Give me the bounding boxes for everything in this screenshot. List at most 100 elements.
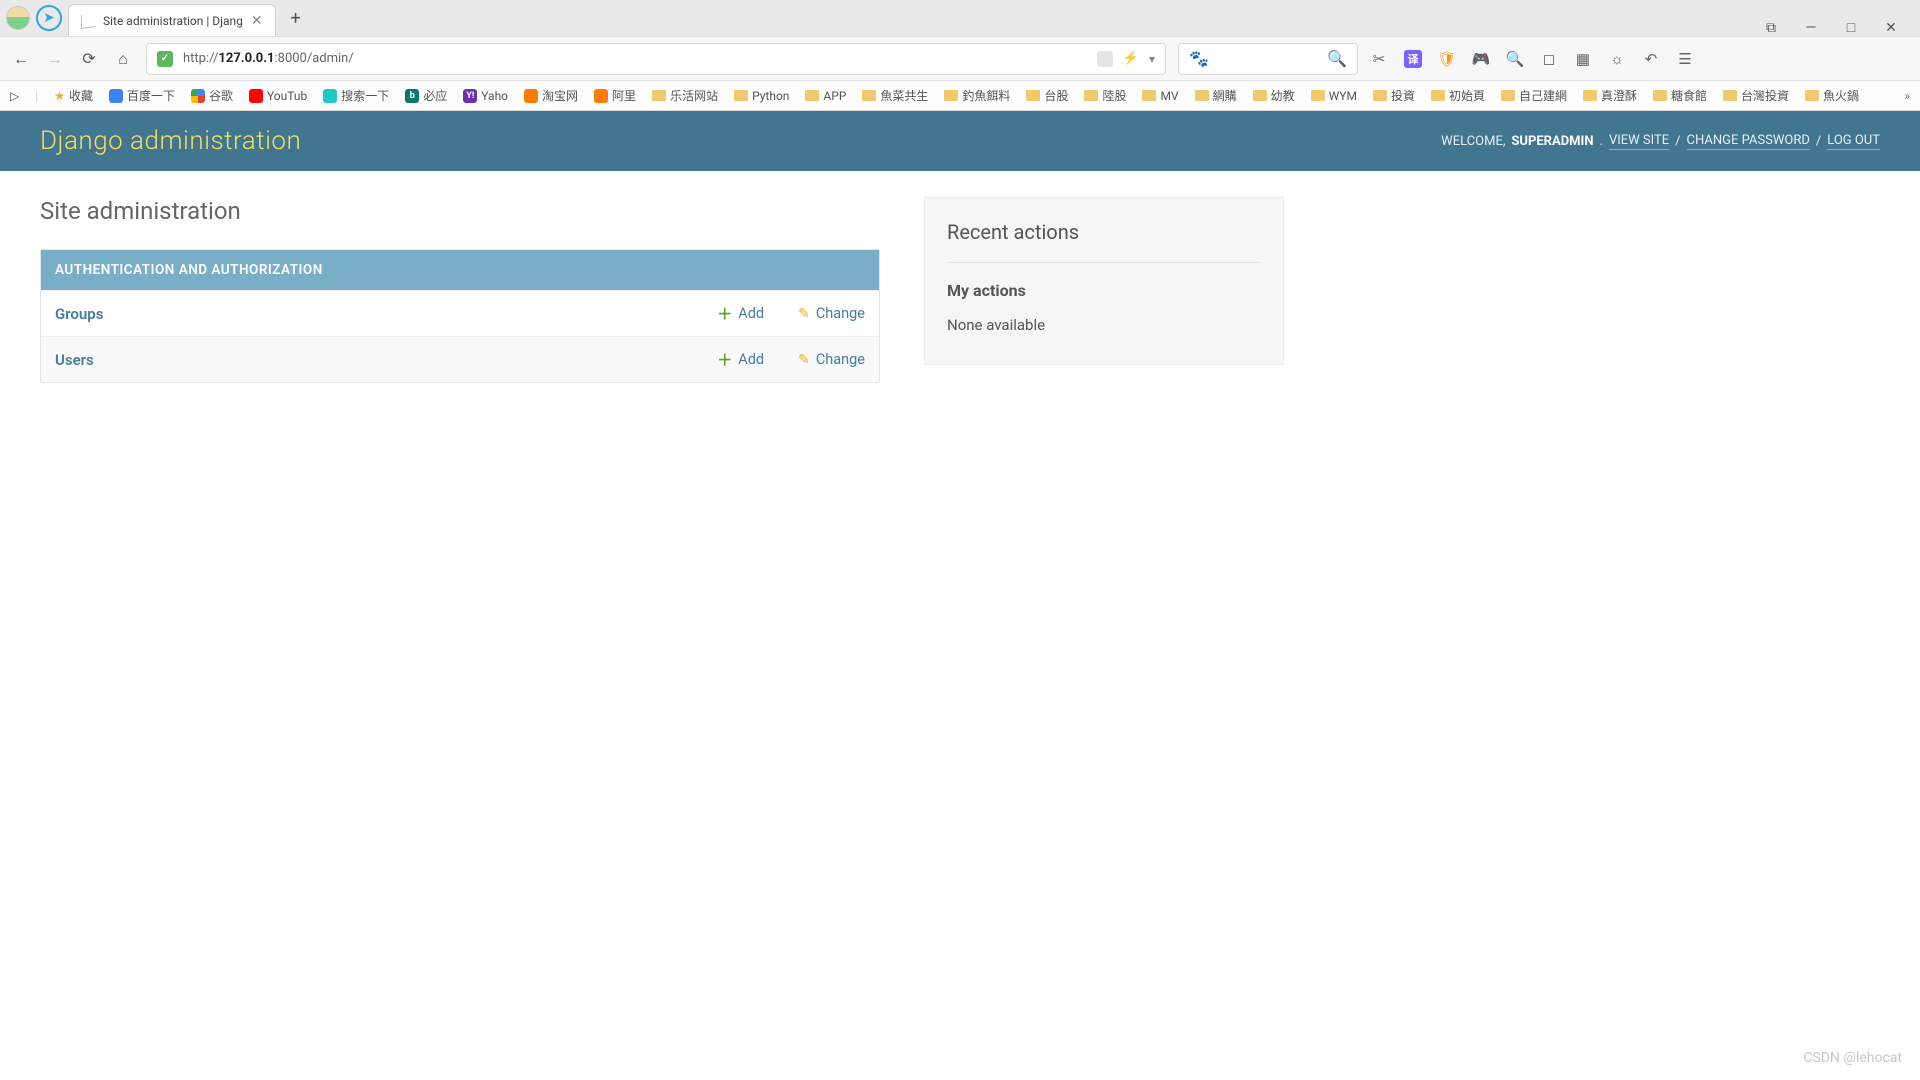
- bookmark-item[interactable]: 網購: [1195, 87, 1237, 104]
- username: SUPERADMIN: [1511, 134, 1593, 149]
- url-text: http://127.0.0.1:8000/admin/: [183, 51, 354, 66]
- bookmark-label: 魚菜共生: [880, 87, 928, 104]
- browser-tab-active[interactable]: Site administration | Djang ✕: [68, 4, 276, 36]
- scissors-icon[interactable]: ✂: [1370, 50, 1388, 68]
- gamepad-icon[interactable]: 🎮: [1472, 50, 1490, 68]
- lightning-icon[interactable]: ⚡: [1123, 51, 1139, 66]
- bookmark-label: 百度一下: [127, 87, 175, 104]
- bookmark-icon: [1583, 90, 1597, 101]
- qr-icon[interactable]: [1097, 51, 1113, 67]
- divider: [947, 262, 1261, 263]
- square-icon[interactable]: ◻: [1540, 50, 1558, 68]
- bookmark-label: 自己建網: [1519, 87, 1567, 104]
- bookmarks-bar: ▷ | ★收藏百度一下谷歌YouTub搜索一下b必应Y!Yaho淘宝网阿里乐活网…: [0, 80, 1920, 110]
- tab-close-icon[interactable]: ✕: [251, 13, 263, 29]
- bookmark-item[interactable]: 魚菜共生: [862, 87, 928, 104]
- bookmark-label: 收藏: [69, 87, 93, 104]
- sep: /: [1675, 134, 1680, 149]
- bookmark-icon: [1142, 90, 1156, 101]
- bookmark-item[interactable]: 自己建網: [1501, 87, 1567, 104]
- change-users-link[interactable]: ✎Change: [798, 349, 865, 370]
- bookmark-icon: [944, 90, 958, 101]
- home-button[interactable]: ⌂: [112, 48, 134, 70]
- address-bar[interactable]: http://127.0.0.1:8000/admin/ ⚡ ▾: [146, 43, 1166, 75]
- bookmarks-play-icon[interactable]: ▷: [10, 89, 19, 103]
- bookmark-icon: [1723, 90, 1737, 101]
- grid-icon[interactable]: ▦: [1574, 50, 1592, 68]
- paw-icon: 🐾: [1189, 49, 1209, 68]
- bookmark-icon: [1195, 90, 1209, 101]
- bookmark-icon: [1501, 90, 1515, 101]
- bookmark-label: 谷歌: [209, 87, 233, 104]
- bookmark-item[interactable]: MV: [1142, 89, 1178, 103]
- forward-button[interactable]: →: [44, 48, 66, 70]
- undo-icon[interactable]: ↶: [1642, 50, 1660, 68]
- add-label: Add: [738, 305, 764, 322]
- bookmark-item[interactable]: 投資: [1373, 87, 1415, 104]
- maximize-icon[interactable]: □: [1842, 19, 1860, 36]
- pip-icon[interactable]: ⧉: [1762, 20, 1780, 36]
- bookmark-item[interactable]: 真澄酥: [1583, 87, 1637, 104]
- bookmark-item[interactable]: 糖食館: [1653, 87, 1707, 104]
- bookmark-item[interactable]: 陸股: [1084, 87, 1126, 104]
- bookmark-item[interactable]: 搜索一下: [323, 87, 389, 104]
- bookmark-icon: [594, 89, 608, 103]
- reload-button[interactable]: ⟳: [78, 48, 100, 70]
- brand-title: Django administration: [40, 126, 301, 156]
- model-link-groups[interactable]: Groups: [55, 305, 103, 323]
- bookmark-label: 淘宝网: [542, 87, 578, 104]
- bookmark-item[interactable]: 台灣投資: [1723, 87, 1789, 104]
- bookmark-item[interactable]: 幼教: [1253, 87, 1295, 104]
- add-users-link[interactable]: ＋Add: [717, 349, 764, 370]
- new-tab-button[interactable]: +: [282, 4, 310, 32]
- add-groups-link[interactable]: ＋Add: [717, 303, 764, 324]
- back-button[interactable]: ←: [10, 48, 32, 70]
- location-icon[interactable]: ➤: [36, 5, 62, 31]
- bookmarks-overflow[interactable]: »: [1904, 89, 1910, 103]
- change-groups-link[interactable]: ✎Change: [798, 303, 865, 324]
- sun-icon[interactable]: ☼: [1608, 50, 1626, 68]
- sep: /: [1816, 134, 1821, 149]
- logout-link[interactable]: LOG OUT: [1827, 133, 1880, 150]
- menu-icon[interactable]: ☰: [1676, 50, 1694, 68]
- bookmark-item[interactable]: ★收藏: [54, 87, 93, 104]
- recent-empty-text: None available: [947, 316, 1261, 334]
- secondary-search[interactable]: 🐾 🔍: [1178, 43, 1358, 75]
- profile-avatar[interactable]: [6, 6, 30, 30]
- shield-icon: [157, 51, 173, 67]
- minimize-icon[interactable]: —: [1802, 20, 1820, 36]
- bookmark-item[interactable]: WYM: [1311, 89, 1357, 103]
- model-link-users[interactable]: Users: [55, 351, 94, 369]
- bookmark-item[interactable]: 初始頁: [1431, 87, 1485, 104]
- bookmark-item[interactable]: Y!Yaho: [463, 89, 508, 103]
- bookmark-item[interactable]: 乐活网站: [652, 87, 718, 104]
- bookmark-item[interactable]: Python: [734, 89, 789, 103]
- bookmark-label: 搜索一下: [341, 87, 389, 104]
- admin-header: Django administration WELCOME, SUPERADMI…: [0, 111, 1920, 171]
- translate-icon[interactable]: 译: [1404, 50, 1422, 68]
- magnify-icon[interactable]: 🔍: [1506, 50, 1524, 68]
- bookmark-item[interactable]: 淘宝网: [524, 87, 578, 104]
- shield-ext-icon[interactable]: 🛡: [1438, 50, 1456, 68]
- bookmark-label: 釣魚餌料: [962, 87, 1010, 104]
- bookmark-icon: [1431, 90, 1445, 101]
- bookmark-item[interactable]: 谷歌: [191, 87, 233, 104]
- bookmark-icon: [1373, 90, 1387, 101]
- bookmark-icon: [524, 89, 538, 103]
- bookmark-item[interactable]: 阿里: [594, 87, 636, 104]
- watermark: CSDN @lehocat: [1803, 1050, 1902, 1066]
- chevron-down-icon[interactable]: ▾: [1149, 52, 1155, 66]
- bookmark-item[interactable]: 魚火鍋: [1805, 87, 1859, 104]
- bookmark-item[interactable]: YouTub: [249, 89, 307, 103]
- bookmark-item[interactable]: b必应: [405, 87, 447, 104]
- bookmark-item[interactable]: 台股: [1026, 87, 1068, 104]
- bookmark-icon: Y!: [463, 89, 477, 103]
- close-window-icon[interactable]: ✕: [1882, 20, 1900, 36]
- bookmark-item[interactable]: APP: [805, 89, 846, 103]
- change-password-link[interactable]: CHANGE PASSWORD: [1687, 133, 1810, 150]
- bookmark-item[interactable]: 百度一下: [109, 87, 175, 104]
- bookmark-icon: [1805, 90, 1819, 101]
- view-site-link[interactable]: VIEW SITE: [1609, 133, 1669, 150]
- bookmark-item[interactable]: 釣魚餌料: [944, 87, 1010, 104]
- recent-actions-sidebar: Recent actions My actions None available: [924, 197, 1284, 365]
